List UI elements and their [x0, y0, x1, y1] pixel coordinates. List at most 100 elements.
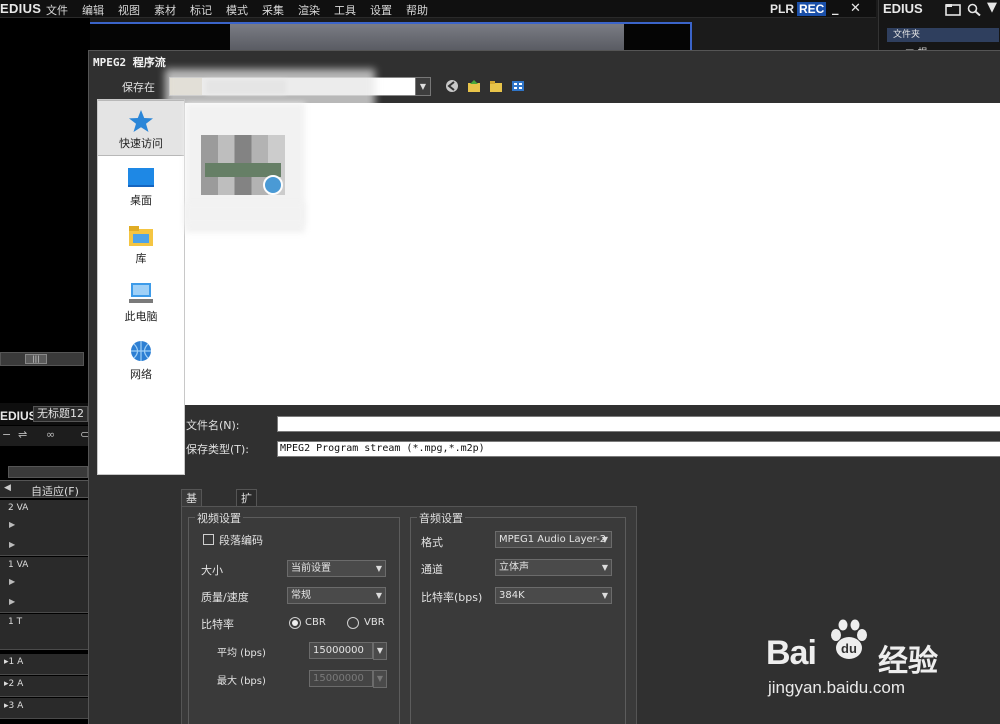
menu-view[interactable]: 视图: [118, 2, 140, 18]
menu-tools[interactable]: 工具: [334, 2, 356, 18]
new-folder-icon[interactable]: [489, 79, 503, 93]
quality-label: 质量/速度: [201, 591, 249, 604]
track-name: ▸2 A: [4, 679, 24, 689]
folder-header: 文件夹: [887, 28, 999, 42]
app-logo: EDIUS: [0, 1, 42, 16]
menu-capture[interactable]: 采集: [262, 2, 284, 18]
bin-logo: EDIUS: [883, 1, 923, 16]
track-2a[interactable]: ▸2 A: [0, 676, 88, 697]
chevron-down-icon: ▼: [601, 591, 608, 600]
place-quick-access[interactable]: 快速访问: [98, 100, 184, 156]
track-1t[interactable]: 1 T: [0, 614, 88, 650]
place-library[interactable]: 库: [98, 216, 184, 272]
segment-encoding-checkbox[interactable]: [203, 534, 214, 545]
link-icon[interactable]: ∞: [46, 428, 55, 441]
track-name: 1 T: [8, 617, 23, 627]
more-icon[interactable]: ▼: [987, 0, 997, 15]
timeline-header: EDIUS 无标题12: [0, 403, 90, 425]
expand-icon[interactable]: ▶: [9, 577, 15, 586]
search-icon[interactable]: [967, 3, 981, 16]
quality-value: 常规: [291, 590, 311, 601]
menu-help[interactable]: 帮助: [406, 2, 428, 18]
size-label: 大小: [201, 564, 223, 577]
watermark-du: du: [841, 641, 857, 656]
player-scrollbar[interactable]: |||: [0, 352, 84, 366]
back-icon[interactable]: [445, 79, 459, 93]
expand-icon[interactable]: ▶: [9, 597, 15, 606]
menu-render[interactable]: 渲染: [298, 2, 320, 18]
network-icon: [131, 341, 151, 361]
place-label: 库: [135, 252, 147, 265]
track-label: 3 A: [8, 701, 24, 711]
place-this-pc[interactable]: 此电脑: [98, 274, 184, 330]
track-2va[interactable]: 2 VA ▶ ▶: [0, 500, 88, 556]
save-type-select[interactable]: MPEG2 Program stream (*.mpg,*.m2p): [277, 441, 1000, 457]
quality-select[interactable]: 常规 ▼: [287, 587, 386, 604]
tab-basic[interactable]: 基本设置: [181, 489, 202, 556]
scroll-thumb[interactable]: |||: [25, 354, 47, 364]
chevron-down-icon: ▼: [375, 564, 382, 573]
menu-edit[interactable]: 编辑: [82, 2, 104, 18]
audio-bitrate-value: 384K: [499, 590, 525, 601]
video-group-title: 视频设置: [195, 510, 243, 526]
sequence-tab[interactable]: 无标题12: [33, 406, 88, 422]
track-name: ▸3 A: [4, 701, 24, 711]
file-thumbnail[interactable]: [201, 135, 285, 195]
menu-marker[interactable]: 标记: [190, 2, 212, 18]
channel-label: 通道: [421, 563, 443, 576]
chevron-down-icon: ▼: [375, 591, 382, 600]
video-settings-group: 视频设置 段落编码 大小 当前设置 ▼ 质量/速度 常规 ▼ 比特率 CBR V…: [188, 510, 400, 724]
expand-icon[interactable]: ▶: [9, 520, 15, 529]
folder-icon[interactable]: [945, 3, 961, 16]
track-name: 2 VA: [8, 503, 29, 513]
cbr-radio[interactable]: [289, 617, 301, 629]
chevron-down-icon[interactable]: ▼: [415, 77, 431, 96]
fit-label: 自适应(F): [31, 485, 79, 498]
avg-bitrate-input[interactable]: 15000000: [309, 642, 373, 659]
place-network[interactable]: 网络: [98, 332, 184, 388]
menu-mode[interactable]: 模式: [226, 2, 248, 18]
menu-file[interactable]: 文件: [46, 2, 68, 18]
vbr-label: VBR: [364, 617, 385, 628]
menu-clip[interactable]: 素材: [154, 2, 176, 18]
place-label: 网络: [130, 368, 152, 381]
view-menu-icon[interactable]: [511, 79, 525, 93]
minimize-button[interactable]: _: [832, 1, 839, 16]
tab-extended[interactable]: 扩展设置: [236, 489, 257, 556]
timeline-ruler[interactable]: [8, 466, 88, 478]
plr-toggle[interactable]: PLR: [770, 2, 794, 16]
audio-format-value: MPEG1 Audio Layer-2: [499, 534, 607, 545]
place-label: 快速访问: [119, 137, 163, 150]
filename-label: 文件名(N):: [186, 419, 240, 432]
avg-bitrate-spin[interactable]: ▼: [373, 642, 387, 660]
ripple-icon[interactable]: −: [2, 428, 11, 441]
save-type-label: 保存类型(T):: [186, 443, 250, 456]
close-button[interactable]: ✕: [850, 1, 861, 16]
audio-format-select[interactable]: MPEG1 Audio Layer-2 ▼: [495, 531, 612, 548]
shortcut-badge-icon: [263, 175, 283, 195]
track-1a[interactable]: ▸1 A: [0, 654, 88, 675]
max-bitrate-label: 最大 (bps): [217, 676, 266, 687]
dialog-title: MPEG2 程序流: [93, 56, 166, 69]
track-1va[interactable]: 1 VA ▶ ▶: [0, 557, 88, 613]
size-select[interactable]: 当前设置 ▼: [287, 560, 386, 577]
rec-toggle[interactable]: REC: [797, 2, 827, 16]
place-desktop[interactable]: 桌面: [98, 158, 184, 214]
sync-icon[interactable]: ⇌: [18, 428, 27, 441]
channel-select[interactable]: 立体声 ▼: [495, 559, 612, 576]
place-label: 此电脑: [124, 310, 158, 323]
computer-icon: [129, 283, 153, 303]
audio-bitrate-select[interactable]: 384K ▼: [495, 587, 612, 604]
filename-input[interactable]: [277, 416, 1000, 432]
up-folder-icon[interactable]: [467, 79, 481, 93]
file-list[interactable]: [185, 103, 1000, 405]
format-label: 格式: [421, 536, 443, 549]
timeline-toolbar: − ⇌ ∞ ⊂: [0, 426, 90, 446]
menu-settings[interactable]: 设置: [370, 2, 392, 18]
fit-dropdown[interactable]: ◀ 自适应(F): [0, 480, 90, 498]
track-3a[interactable]: ▸3 A: [0, 698, 88, 719]
expand-icon[interactable]: ▶: [9, 540, 15, 549]
basic-settings-panel: 视频设置 段落编码 大小 当前设置 ▼ 质量/速度 常规 ▼ 比特率 CBR V…: [181, 506, 637, 724]
vbr-radio[interactable]: [347, 617, 359, 629]
timeline-logo: EDIUS: [0, 409, 37, 423]
